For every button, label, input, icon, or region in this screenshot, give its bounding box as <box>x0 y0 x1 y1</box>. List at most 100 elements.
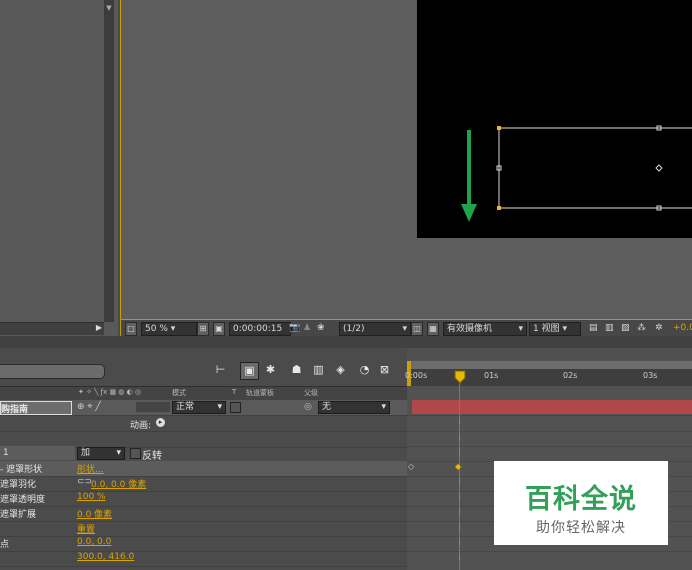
parent-dropdown[interactable]: 无 ▾ <box>318 401 390 414</box>
mask-mode-value: 加 <box>81 448 91 458</box>
keyframe-marker-icon: I <box>458 493 461 503</box>
mask-expansion-label: 遮罩扩展 <box>0 510 37 520</box>
fast-preview-icon[interactable]: ◫ <box>411 322 423 336</box>
view-layout-dropdown[interactable]: 1 视图 ▾ <box>529 322 581 336</box>
layer-switch-icons[interactable]: ⊕ ⌖ ╱ <box>77 402 101 412</box>
position-value[interactable]: 300.0, 416.0 <box>77 552 134 562</box>
position-row[interactable]: 300.0, 416.0 <box>0 551 407 567</box>
project-panel <box>0 0 118 336</box>
mask-shape-value[interactable]: 形状... <box>77 462 104 475</box>
keyframe-icon[interactable]: ◆ <box>455 462 461 471</box>
transform-reset-link[interactable]: 重置 <box>77 522 95 535</box>
timeline-search-input[interactable] <box>0 364 105 379</box>
mask-opacity-row[interactable]: 遮罩透明度 100 % <box>0 491 407 507</box>
mask-feather-value[interactable]: 0.0, 0.0 像素 <box>91 477 146 490</box>
hide-shy-layers-icon[interactable]: ☗ <box>288 362 305 378</box>
color-channels-icon[interactable]: ❀ <box>317 322 325 334</box>
mask-shape-row[interactable]: - 遮罩形状 形状... <box>0 461 407 477</box>
mode-column-header[interactable]: 模式 <box>172 388 186 398</box>
mask-path[interactable] <box>498 127 692 209</box>
frame-blending-icon[interactable]: ▥ <box>310 362 327 378</box>
flowchart-icon[interactable]: ⁂ <box>637 322 646 334</box>
keyframe-marker-icon: I <box>458 448 461 458</box>
ruler-tick-label: 0:00s <box>405 371 428 380</box>
mask-index[interactable]: 1 <box>0 446 75 460</box>
ruler-tick-label: 01s <box>484 371 499 380</box>
project-scrollbar-vertical[interactable] <box>104 0 114 322</box>
snapshot-icon[interactable]: 📷 <box>289 322 300 334</box>
mask-row[interactable]: 1 加 ▾ 反转 <box>0 446 407 462</box>
anchor-point-label: 点 <box>0 540 10 550</box>
fast-previews-icon[interactable]: ▥ <box>605 322 614 334</box>
parent-column-header[interactable]: 父级 <box>304 388 318 398</box>
animate-label[interactable]: 动画: <box>130 418 151 431</box>
transform-reset-row[interactable]: 重置 <box>0 521 407 537</box>
exposure-value[interactable]: +0.0 <box>673 322 692 334</box>
timeline-icon[interactable]: ▨ <box>621 322 630 334</box>
layer-mode-value: 正常 <box>176 402 195 412</box>
comp-mini-flowchart-icon[interactable]: ⊢ <box>212 362 229 378</box>
mask-vertex[interactable] <box>497 126 501 130</box>
watermark-subtitle: 助你轻松解决 <box>536 520 626 536</box>
link-icon[interactable]: ⊂⊃ <box>77 477 92 487</box>
brainstorm-icon[interactable]: ◔ <box>356 362 373 378</box>
toggle-pixel-aspect-icon[interactable]: ▤ <box>589 322 598 334</box>
layer-row[interactable]: 购指南 ⊕ ⌖ ╱ 正常 ▾ ◎ 无 ▾ <box>0 400 407 416</box>
mask-mode-dropdown[interactable]: 加 ▾ <box>77 447 125 460</box>
zoom-value: 50 % <box>145 324 168 334</box>
timecode-display[interactable]: 0:00:00:15 <box>229 322 291 336</box>
animate-play-icon[interactable]: ▸ <box>156 418 165 427</box>
mask-feather-row[interactable]: 遮罩羽化 ⊂⊃ 0.0, 0.0 像素 <box>0 476 407 492</box>
draft-3d-icon[interactable]: ✱ <box>262 362 279 378</box>
ruler-tick-label: 03s <box>643 371 658 380</box>
mask-expansion-value[interactable]: 0.0 像素 <box>77 507 112 520</box>
zoom-dropdown[interactable]: 50 % ▾ <box>141 322 197 336</box>
view-layout-value: 1 视图 <box>533 324 560 334</box>
mask-expansion-row[interactable]: 遮罩扩展 0.0 像素 <box>0 506 407 522</box>
resolution-dropdown[interactable]: (1/2) ▾ <box>339 322 411 336</box>
layer-name[interactable]: 购指南 <box>0 401 72 415</box>
layer-mode-dropdown[interactable]: 正常 ▾ <box>172 401 226 414</box>
camera-dropdown[interactable]: 有效摄像机 ▾ <box>443 322 527 336</box>
mask-opacity-value[interactable]: 100 % <box>77 492 106 502</box>
watermark-logo: 百科全说 助你轻松解决 <box>494 461 668 545</box>
mask-vertex[interactable] <box>497 206 501 210</box>
track-divider <box>407 446 692 447</box>
anchor-point-row[interactable]: 点 0.0, 0.0 <box>0 536 407 552</box>
panel-divider[interactable] <box>0 336 692 348</box>
show-snapshot-icon[interactable]: ♟ <box>303 322 311 334</box>
motion-blur-icon[interactable]: ◈ <box>332 362 349 378</box>
keyframe-icon[interactable]: ◇ <box>408 462 414 471</box>
mask-shape-label: - 遮罩形状 <box>0 465 43 475</box>
layer-column-header: ✦ ✧ ╲ ƒx ▦ ◍ ◐ ◎ 模式 T 轨道蒙板 父级 <box>0 386 407 401</box>
mask-feather-label: 遮罩羽化 <box>0 480 37 490</box>
anchor-point-icon[interactable] <box>655 164 663 172</box>
transparency-grid-icon[interactable]: ▦ <box>427 322 439 336</box>
keyframe-marker-icon: I <box>458 433 461 443</box>
keyframe-marker-icon: I <box>458 478 461 488</box>
preserve-transparency-header[interactable]: T <box>232 388 236 396</box>
anchor-point-value[interactable]: 0.0, 0.0 <box>77 537 111 547</box>
project-scrollbar-horizontal[interactable] <box>0 322 104 335</box>
layer-switch-boxes[interactable] <box>136 402 170 412</box>
preserve-transparency-checkbox[interactable] <box>230 402 241 413</box>
switches-header-icons: ✦ ✧ ╲ ƒx ▦ ◍ ◐ ◎ <box>78 388 142 396</box>
live-update-icon[interactable]: ▣ <box>240 362 259 380</box>
scroll-right-icon[interactable]: ▶ <box>92 322 106 334</box>
parent-value: 无 <box>322 402 332 412</box>
track-matte-header[interactable]: 轨道蒙板 <box>246 388 274 398</box>
scroll-down-icon[interactable]: ▼ <box>104 4 114 14</box>
mask-invert-checkbox[interactable] <box>130 448 141 459</box>
layer-duration-bar[interactable] <box>412 400 692 414</box>
current-time-indicator-icon[interactable] <box>454 370 466 384</box>
exposure-reset-icon[interactable]: ✲ <box>655 322 663 334</box>
keyframe-marker-icon: I <box>458 417 461 427</box>
resolution-value: (1/2) <box>343 324 365 334</box>
graph-editor-icon[interactable]: ⊠ <box>376 362 393 378</box>
grid-icon[interactable]: ⊞ <box>197 322 209 336</box>
mask-visibility-icon[interactable]: ▣ <box>213 322 225 336</box>
work-area-bar[interactable] <box>407 361 692 369</box>
pick-whip-icon[interactable]: ◎ <box>304 402 312 412</box>
region-of-interest-icon[interactable]: □ <box>125 322 137 336</box>
keyframe-marker-icon: I <box>458 538 461 548</box>
